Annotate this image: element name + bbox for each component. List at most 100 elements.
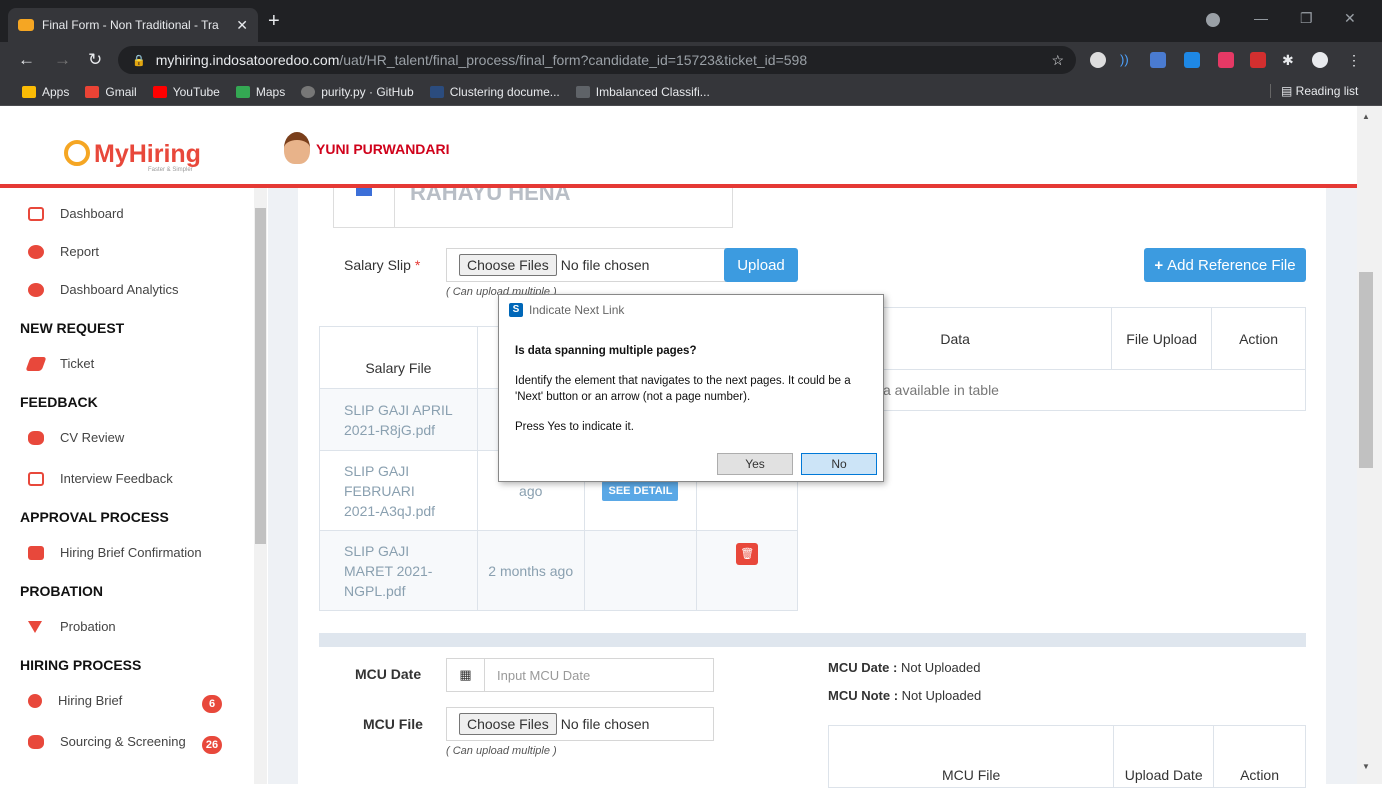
lock-icon: 🔒	[132, 54, 146, 67]
sidebar-item-label: Sourcing & Screening	[60, 734, 186, 749]
can-upload-hint: ( Can upload multiple )	[446, 745, 557, 757]
sidebar-item-report[interactable]: Report	[28, 244, 99, 259]
back-icon[interactable]: ←	[18, 50, 35, 70]
dialog-description: Identify the element that navigates to t…	[515, 375, 851, 403]
calendar-icon[interactable]: ▦	[447, 659, 485, 691]
add-reference-file-button[interactable]: + Add Reference File	[1144, 248, 1306, 282]
salary-slip-file-input[interactable]: Choose Files No file chosen	[446, 248, 726, 282]
close-tab-icon[interactable]: ✕	[236, 17, 248, 34]
table-row: SLIP GAJI APRIL 2021-R8jG.pdf	[319, 388, 478, 451]
browser-tab[interactable]: Final Form - Non Traditional - Tra ✕	[8, 8, 258, 42]
extension-icon[interactable]	[1090, 52, 1106, 68]
sidebar-item-label: Dashboard Analytics	[60, 282, 179, 297]
add-reference-label: Add Reference File	[1167, 256, 1296, 274]
sidebar-section-new-request: NEW REQUEST	[20, 320, 125, 336]
logo-text: MyHiring	[94, 140, 201, 168]
mcu-date-status: MCU Date : Not Uploaded	[828, 660, 980, 675]
maps-icon	[235, 85, 250, 98]
mcu-date-label: MCU Date	[355, 666, 422, 682]
delete-trash-icon[interactable]: 🗑	[736, 543, 759, 565]
choose-files-button[interactable]: Choose Files	[459, 713, 557, 735]
mcu-date-input[interactable]: ▦ Input MCU Date	[446, 658, 714, 692]
sidebar-item-label: Hiring Brief	[58, 693, 123, 708]
table-row: SLIP GAJI MARET 2021-NGPL.pdf	[319, 530, 478, 611]
sidebar-item-hiring-brief[interactable]: Hiring Brief	[28, 693, 122, 708]
new-tab-icon[interactable]: +	[268, 10, 280, 33]
reading-list-label: Reading list	[1295, 84, 1359, 98]
extension-m-icon[interactable]	[1250, 52, 1266, 68]
reading-list[interactable]: ▤ Reading list	[1270, 84, 1358, 98]
reload-icon[interactable]: ↻	[88, 50, 102, 70]
sidebar-item-probation[interactable]: Probation	[28, 619, 116, 634]
sidebar-item-hiring-brief-confirmation[interactable]: Hiring Brief Confirmation	[28, 545, 202, 560]
mcu-date-placeholder: Input MCU Date	[497, 667, 591, 683]
address-bar[interactable]: 🔒 myhiring.indosatooredoo.com /uat/HR_ta…	[118, 46, 1076, 74]
uipath-icon[interactable]	[1184, 52, 1200, 68]
extension-red-icon[interactable]	[1218, 52, 1234, 68]
no-button[interactable]: No	[801, 453, 877, 475]
sidebar-scrollbar-thumb[interactable]	[255, 208, 266, 544]
dialog-question: Is data spanning multiple pages?	[515, 345, 697, 357]
no-file-text: No file chosen	[560, 257, 650, 273]
bookmark-youtube[interactable]: YouTube	[152, 85, 220, 99]
scroll-down-arrow-icon[interactable]: ▼	[1362, 762, 1370, 771]
sidebar-item-dashboard-analytics[interactable]: Dashboard Analytics	[28, 282, 179, 297]
menu-icon[interactable]: ⋮	[1346, 52, 1362, 68]
close-window-icon[interactable]: ✕	[1344, 10, 1356, 27]
sidebar-item-label: Hiring Brief Confirmation	[60, 545, 202, 560]
sidebar-item-interview-feedback[interactable]: Interview Feedback	[28, 471, 173, 486]
bookmark-maps[interactable]: Maps	[235, 85, 285, 99]
sidebar-item-label: Interview Feedback	[60, 471, 173, 486]
header-cover	[0, 106, 1357, 184]
gmail-icon	[85, 85, 100, 98]
dialog-titlebar: S Indicate Next Link	[499, 295, 883, 325]
youtube-icon	[152, 85, 167, 98]
dashboard-icon	[28, 282, 44, 297]
dialog-prompt: Press Yes to indicate it.	[515, 421, 634, 433]
see-detail-button[interactable]: SEE DETAIL	[602, 480, 679, 501]
bookmark-github[interactable]: purity.py · GitHub	[301, 85, 414, 99]
upload-button[interactable]: Upload	[724, 248, 798, 282]
bookmark-star-icon[interactable]: ☆	[1051, 52, 1064, 69]
half-circle-icon	[28, 693, 42, 708]
bookmark-clustering[interactable]: Clustering docume...	[429, 85, 560, 99]
dashboard-icon	[28, 244, 44, 259]
choose-files-button[interactable]: Choose Files	[459, 254, 557, 276]
sidebar-item-cv-review[interactable]: CV Review	[28, 430, 124, 445]
url-path: /uat/HR_talent/final_process/final_form?…	[339, 52, 808, 68]
bookmark-imbalanced[interactable]: Imbalanced Classifi...	[575, 85, 710, 99]
url-domain: myhiring.indosatooredoo.com	[155, 52, 340, 68]
mcu-note-status-label: MCU Note :	[828, 688, 899, 703]
sidebar-section-approval: APPROVAL PROCESS	[20, 509, 169, 525]
translate-icon[interactable]	[1150, 52, 1166, 68]
docs-icon	[429, 85, 444, 98]
page-scrollbar-thumb[interactable]	[1359, 272, 1373, 468]
sidebar-item-dashboard[interactable]: Dashboard	[28, 206, 124, 221]
yes-button[interactable]: Yes	[717, 453, 793, 475]
bookmark-apps[interactable]: Apps	[22, 85, 69, 99]
mcu-file-input[interactable]: Choose Files No file chosen	[446, 707, 714, 741]
user-name[interactable]: YUNI PURWANDARI	[316, 141, 450, 157]
mcu-file-header: MCU File	[827, 725, 1115, 788]
tab-title: Final Form - Non Traditional - Tra	[42, 18, 219, 32]
scroll-up-arrow-icon[interactable]: ▲	[1362, 112, 1370, 121]
profile-dot-icon[interactable]	[1206, 13, 1220, 27]
sidebar-item-ticket[interactable]: Ticket	[25, 356, 94, 371]
mcu-file-label: MCU File	[363, 716, 423, 732]
hiring-brief-badge: 6	[202, 695, 222, 713]
minimize-icon[interactable]: —	[1254, 10, 1268, 26]
table-cell	[583, 530, 698, 611]
puzzle-icon[interactable]: ✱	[1282, 52, 1298, 68]
extension-wave-icon[interactable]: ))	[1120, 52, 1136, 68]
myhiring-logo-front[interactable]: MyHiring	[64, 140, 201, 169]
bookmark-gmail[interactable]: Gmail	[85, 84, 137, 99]
forward-icon[interactable]: →	[54, 50, 71, 70]
mcu-date-status-label: MCU Date :	[828, 660, 898, 675]
required-mark: *	[414, 257, 421, 273]
bookmark-label: Gmail	[105, 84, 137, 99]
restore-icon[interactable]: ❐	[1300, 10, 1313, 27]
profile-icon[interactable]	[1312, 52, 1328, 68]
sidebar-item-sourcing-screening[interactable]: Sourcing & Screening	[28, 734, 186, 749]
avatar[interactable]	[284, 132, 310, 164]
sourcing-badge: 26	[202, 736, 222, 754]
